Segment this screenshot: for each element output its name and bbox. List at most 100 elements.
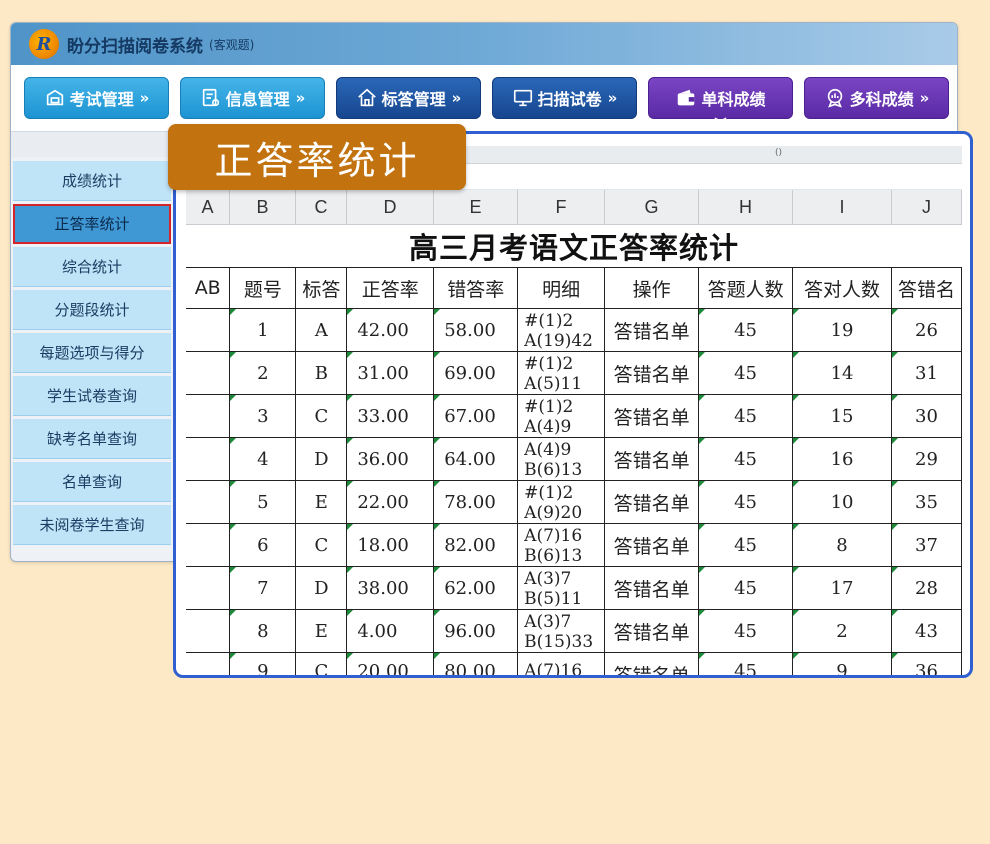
column-header[interactable]: F [518,190,605,225]
comment-marker [793,653,800,659]
header-cell[interactable]: 标答 [295,267,348,309]
cell-detail: #(1)2 A(9)20 [517,480,606,524]
cell-correct-count: 19 [792,308,892,352]
comment-marker [793,438,800,444]
comment-marker [793,481,800,487]
comment-marker [892,309,898,315]
zoom-panel: () A B C D E F G H I J 高三月考语文正答率统计 AB 题号… [173,131,973,678]
cell-text: 答错名单 [613,320,690,343]
header-cell[interactable]: AB [186,267,231,309]
detail-line: #(1)2 [524,483,574,503]
column-header[interactable]: J [892,190,962,225]
sidebar: 成绩统计 正答率统计 综合统计 分题段统计 每题选项与得分 学生试卷查询 缺考名… [11,161,179,548]
cell-text: 7 [257,577,269,599]
feature-tag: 正答率统计 [168,124,466,190]
header-cell[interactable]: 明细 [517,267,606,309]
header-cell[interactable]: 错答率 [433,267,519,309]
comment-marker [347,438,354,444]
column-header[interactable]: H [699,190,793,225]
wrong-list-link[interactable]: 答错名单 [604,652,700,675]
sidebar-item-score-stats[interactable]: 成绩统计 [13,161,171,201]
cell-wrong-rate: 82.00 [433,523,519,567]
comment-marker [892,481,898,487]
nav-multi-subject-score-button[interactable]: 多科成绩 » [804,77,949,119]
column-header[interactable]: E [434,190,518,225]
cell-wrong-rate: 64.00 [433,437,519,481]
nav-answer-key-button[interactable]: 标答管理 » [336,77,481,119]
column-header[interactable]: B [230,190,296,225]
cell-correct-rate: 36.00 [346,437,435,481]
cell-answer-key: D [295,566,348,610]
cell-ab [186,308,231,352]
column-header[interactable]: G [605,190,699,225]
detail-line: #(1)2 [524,311,574,331]
header-cell[interactable]: 正答率 [346,267,435,309]
header-cell[interactable]: 操作 [604,267,700,309]
cell-text: C [314,534,329,556]
nav-exam-management-button[interactable]: 考试管理 » [24,77,169,119]
cell-text: 33.00 [357,405,409,427]
sidebar-item-option-score[interactable]: 每题选项与得分 [13,333,171,373]
cell-text: 45 [734,534,758,556]
cell-text: 45 [734,491,758,513]
wrong-list-link[interactable]: 答错名单 [604,566,700,610]
cell-answer-count: 45 [698,566,794,610]
comment-marker [230,395,237,401]
header-cell[interactable]: 题号 [229,267,297,309]
cell-text: 答错名单 [613,363,690,386]
sidebar-item-section-stats[interactable]: 分题段统计 [13,290,171,330]
monitor-icon [513,89,532,107]
sidebar-item-overall-stats[interactable]: 综合统计 [13,247,171,287]
sidebar-item-unmarked-students-query[interactable]: 未阅卷学生查询 [13,505,171,545]
column-header[interactable]: D [347,190,434,225]
comment-marker [230,653,237,659]
cell-wrong-count: 43 [890,609,963,653]
header-cell[interactable]: 答题人数 [698,267,794,309]
detail-line: B(6)13 [524,546,583,566]
cell-text: E [314,491,328,513]
cell-text: 69.00 [444,362,496,384]
nav-single-subject-score-button[interactable]: 单科成绩 ︾ [648,77,793,130]
wrong-list-link[interactable]: 答错名单 [604,437,700,481]
cell-ab [186,523,231,567]
sidebar-item-correct-rate-stats[interactable]: 正答率统计 [13,204,171,244]
sidebar-item-absent-list-query[interactable]: 缺考名单查询 [13,419,171,459]
comment-marker [230,610,237,616]
cell-correct-rate: 42.00 [346,308,435,352]
column-header[interactable]: C [296,190,347,225]
cell-text: 80.00 [444,661,496,678]
wrong-list-link[interactable]: 答错名单 [604,394,700,438]
table-row: 1 A 42.00 58.00 #(1)2 A(19)42 答错名单 45 19 26 [186,308,963,352]
cell-text: 45 [734,448,758,470]
sidebar-item-label: 未阅卷学生查询 [39,516,145,534]
column-header[interactable]: A [186,190,230,225]
cell-text: 9 [836,661,848,678]
wrong-list-link[interactable]: 答错名单 [604,523,700,567]
wrong-list-link[interactable]: 答错名单 [604,609,700,653]
cell-ab [186,566,231,610]
sidebar-item-name-list-query[interactable]: 名单查询 [13,462,171,502]
table-row: 5 E 22.00 78.00 #(1)2 A(9)20 答错名单 45 10 35 [186,480,963,524]
cell-ab [186,652,231,675]
header-cell[interactable]: 答错名 [890,267,963,309]
cell-text: 4.00 [357,620,398,642]
cell-detail: #(1)2 A(19)42 [517,308,606,352]
wrong-list-link[interactable]: 答错名单 [604,480,700,524]
header-cell[interactable]: 答对人数 [792,267,892,309]
cell-correct-count: 8 [792,523,892,567]
cell-text: 20.00 [357,661,409,678]
sidebar-item-student-paper-query[interactable]: 学生试卷查询 [13,376,171,416]
cell-correct-rate: 20.00 [346,652,435,678]
detail-line: #(1)2 [524,354,574,374]
cell-text: 答错名单 [613,621,690,644]
cell-text: 45 [734,577,758,599]
comment-marker [892,395,898,401]
wrong-list-link[interactable]: 答错名单 [604,351,700,395]
nav-info-management-button[interactable]: 信息管理 » [180,77,325,119]
nav-scan-papers-button[interactable]: 扫描试卷 » [492,77,637,119]
column-header[interactable]: I [793,190,892,225]
cell-detail: A(7)16 B(6)13 [517,523,606,567]
cell-question-no: 7 [229,566,297,610]
cell-text: 26 [915,319,938,341]
wrong-list-link[interactable]: 答错名单 [604,308,700,352]
